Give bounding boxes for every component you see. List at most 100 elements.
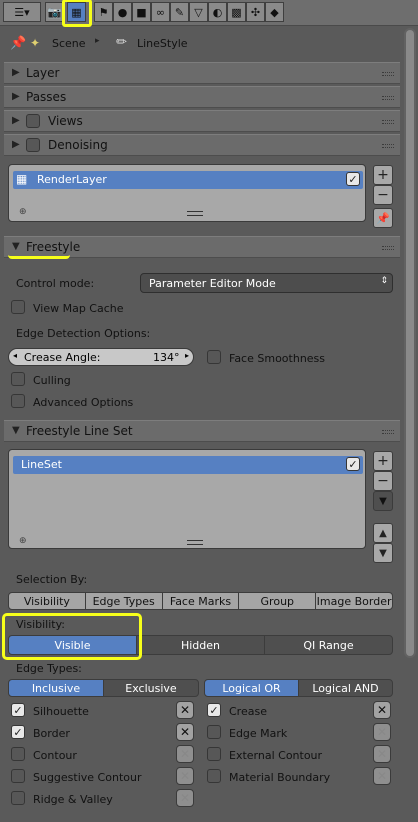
edge-mark-checkbox[interactable] (207, 725, 221, 739)
tab-data[interactable]: ▽ (189, 2, 208, 22)
mesh-data-icon: ▽ (194, 5, 203, 19)
pin-render-layer-button[interactable]: 📌 (373, 208, 393, 228)
edge-mark-label: Edge Mark (229, 727, 288, 740)
visibility-hidden-button[interactable]: Hidden (136, 635, 265, 655)
tab-particles[interactable]: ✣ (246, 2, 265, 22)
border-checkbox[interactable]: ✓ (11, 725, 25, 739)
decrement-arrow-icon[interactable]: ◂ (13, 351, 17, 360)
drag-grip-icon[interactable] (382, 246, 394, 250)
tab-modifiers[interactable]: ✎ (170, 2, 189, 22)
line-set-specials-menu[interactable]: ▼ (373, 491, 393, 511)
drag-grip-icon[interactable] (382, 120, 394, 124)
selection-image-border-button[interactable]: Image Border (315, 592, 393, 610)
pin-icon: 📌 (376, 211, 390, 225)
edge-mark-exclude-button[interactable]: ✕ (373, 723, 391, 741)
crease-angle-slider[interactable]: ◂ Crease Angle: 134° ▸ (8, 348, 194, 366)
logical-or-button[interactable]: Logical OR (204, 679, 299, 697)
dropdown-arrow-icon: ▼ (379, 495, 387, 507)
drag-grip-icon[interactable] (382, 430, 394, 434)
drag-grip-icon[interactable] (382, 144, 394, 148)
tab-world[interactable]: ● (113, 2, 132, 22)
ridge-valley-checkbox[interactable] (11, 791, 25, 805)
scrollbar-thumb[interactable] (406, 30, 414, 656)
ridge-valley-exclude-button[interactable]: ✕ (176, 789, 194, 807)
border-exclude-button[interactable]: ✕ (176, 723, 194, 741)
linestyle-label[interactable]: LineStyle (137, 37, 188, 50)
remove-line-set-button[interactable]: − (373, 471, 393, 491)
external-contour-checkbox[interactable] (207, 747, 221, 761)
visibility-qi-range-button[interactable]: QI Range (264, 635, 393, 655)
filter-options-icon[interactable]: ⊕ (19, 207, 27, 217)
face-smoothness-checkbox[interactable] (207, 350, 221, 364)
contour-checkbox[interactable] (11, 747, 25, 761)
updown-arrows-icon: ⇕ (380, 276, 388, 286)
render-layer-icon: ▦ (16, 172, 28, 186)
tab-scene[interactable]: ⚑ (94, 2, 113, 22)
remove-render-layer-button[interactable]: − (373, 185, 393, 205)
external-contour-exclude-button[interactable]: ✕ (373, 745, 391, 763)
contour-exclude-button[interactable]: ✕ (176, 745, 194, 763)
vertical-scrollbar[interactable] (404, 28, 416, 658)
drag-grip-icon[interactable] (382, 96, 394, 100)
inclusive-button[interactable]: Inclusive (8, 679, 104, 697)
material-icon: ◐ (212, 5, 223, 19)
tab-material[interactable]: ◐ (208, 2, 227, 22)
resize-handle[interactable] (187, 540, 203, 545)
editor-type-menu[interactable]: ☰▾ (3, 2, 41, 22)
drag-grip-icon[interactable] (382, 72, 394, 76)
collapsed-triangle-icon: ▶ (12, 67, 20, 78)
add-line-set-button[interactable]: + (373, 451, 393, 471)
suggestive-contour-checkbox[interactable] (11, 769, 25, 783)
tab-constraints[interactable]: ∞ (151, 2, 170, 22)
panel-layer[interactable]: ▶ Layer (4, 62, 400, 84)
line-set-list[interactable]: LineSet ✓ ⊕ (8, 449, 366, 549)
selection-edge-types-button[interactable]: Edge Types (84, 592, 163, 610)
plus-icon: + (377, 167, 389, 183)
edge-detection-label: Edge Detection Options: (16, 327, 151, 340)
denoising-checkbox[interactable] (26, 138, 40, 152)
panel-views[interactable]: ▶ Views (4, 110, 400, 132)
filter-options-icon[interactable]: ⊕ (19, 536, 27, 546)
render-layer-enable-checkbox[interactable]: ✓ (346, 172, 360, 186)
move-up-button[interactable]: ▲ (373, 523, 393, 543)
scene-label[interactable]: Scene (52, 37, 86, 50)
view-map-cache-checkbox[interactable] (11, 300, 25, 314)
control-mode-dropdown[interactable]: Parameter Editor Mode ⇕ (140, 273, 393, 293)
panel-passes[interactable]: ▶ Passes (4, 86, 400, 108)
list-item[interactable]: ▦ RenderLayer ✓ (13, 171, 363, 189)
tab-physics[interactable]: ◆ (265, 2, 284, 22)
list-item[interactable]: LineSet ✓ (13, 456, 363, 474)
add-render-layer-button[interactable]: + (373, 165, 393, 185)
tab-object[interactable]: ■ (132, 2, 151, 22)
tab-texture[interactable]: ▩ (227, 2, 246, 22)
panel-denoising[interactable]: ▶ Denoising (4, 134, 400, 156)
increment-arrow-icon[interactable]: ▸ (185, 351, 189, 360)
resize-handle[interactable] (187, 211, 203, 216)
constraints-icon: ∞ (155, 5, 166, 19)
logical-operator-toggle: Logical OR Logical AND (204, 679, 393, 697)
culling-checkbox[interactable] (11, 372, 25, 386)
pin-icon[interactable]: 📌 (10, 36, 26, 51)
suggestive-contour-exclude-button[interactable]: ✕ (176, 767, 194, 785)
selection-face-marks-button[interactable]: Face Marks (161, 592, 240, 610)
move-down-button[interactable]: ▼ (373, 543, 393, 563)
views-checkbox[interactable] (26, 114, 40, 128)
advanced-options-checkbox[interactable] (11, 394, 25, 408)
line-set-enable-checkbox[interactable]: ✓ (346, 457, 360, 471)
object-icon: ■ (136, 5, 147, 19)
panel-title: Layer (26, 66, 60, 80)
context-breadcrumb: 📌 ✦ Scene ▸ ✏ LineStyle (0, 27, 402, 61)
selection-visibility-button[interactable]: Visibility (8, 592, 86, 610)
material-boundary-checkbox[interactable] (207, 769, 221, 783)
crease-exclude-button[interactable]: ✕ (373, 701, 391, 719)
silhouette-exclude-button[interactable]: ✕ (176, 701, 194, 719)
material-boundary-exclude-button[interactable]: ✕ (373, 767, 391, 785)
crease-checkbox[interactable]: ✓ (207, 703, 221, 717)
exclusive-button[interactable]: Exclusive (103, 679, 199, 697)
logical-and-button[interactable]: Logical AND (298, 679, 393, 697)
panel-freestyle-line-set[interactable]: ▼ Freestyle Line Set (4, 420, 400, 442)
selection-group-button[interactable]: Group (238, 592, 317, 610)
silhouette-checkbox[interactable]: ✓ (11, 703, 25, 717)
render-layer-list[interactable]: ▦ RenderLayer ✓ ⊕ (8, 164, 366, 222)
dropdown-value: Parameter Editor Mode (149, 277, 276, 290)
